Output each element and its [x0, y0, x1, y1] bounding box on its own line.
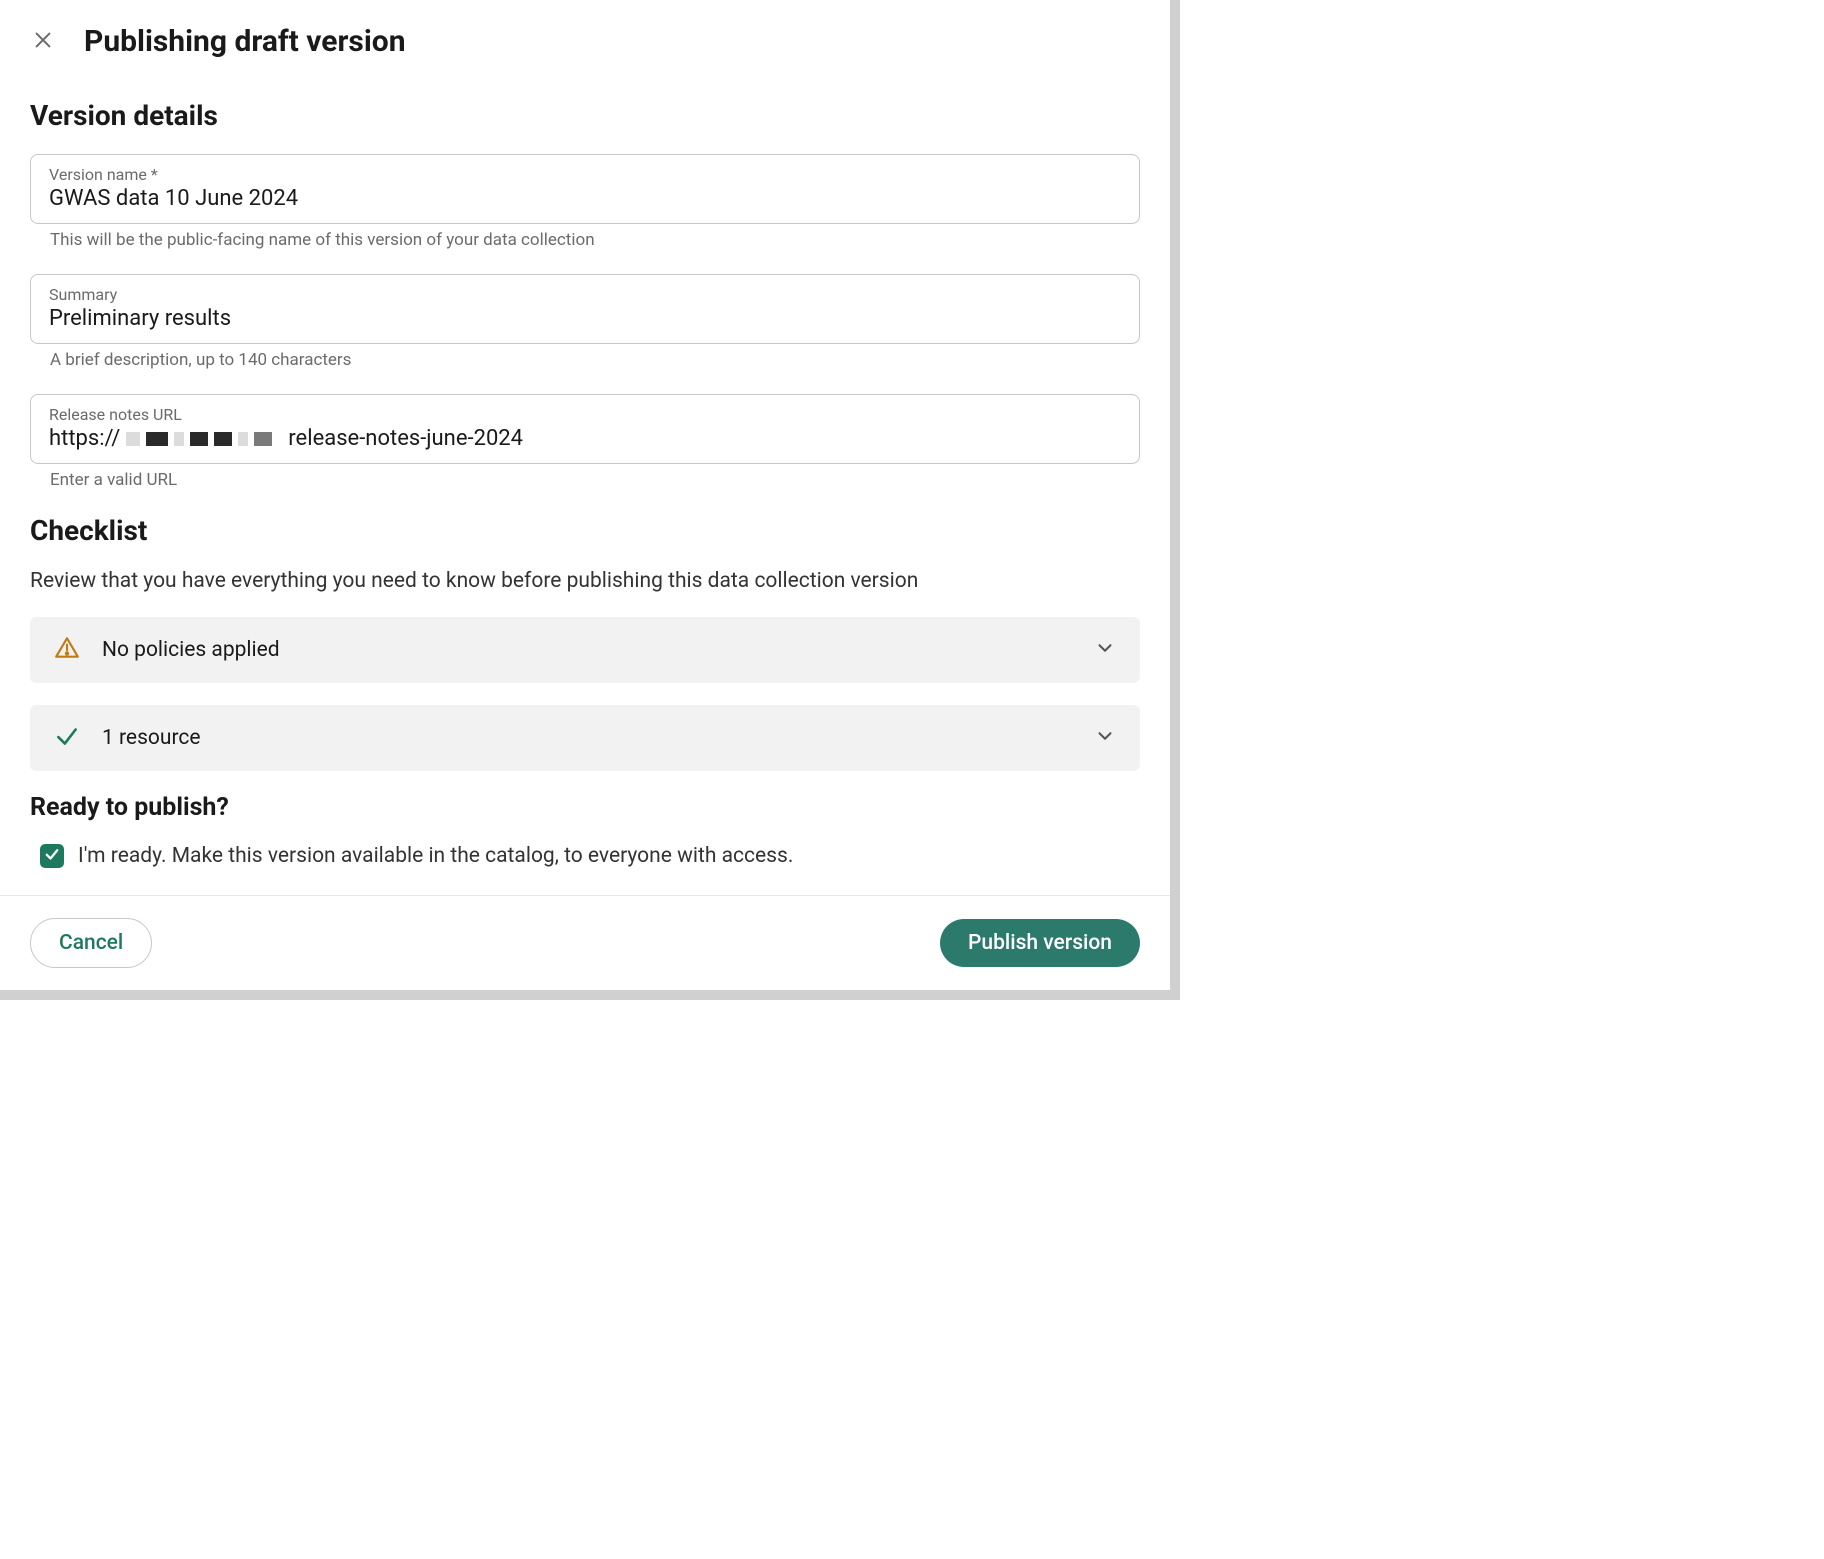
ready-heading: Ready to publish? — [30, 793, 1140, 822]
release-notes-suffix: release-notes-june-2024 — [288, 426, 523, 451]
warning-icon — [54, 635, 80, 665]
checklist-item-label: 1 resource — [102, 726, 201, 750]
checklist-item-label: No policies applied — [102, 638, 280, 662]
release-notes-helper: Enter a valid URL — [50, 470, 1140, 490]
release-notes-prefix: https:// — [49, 426, 120, 451]
close-button[interactable] — [30, 29, 56, 55]
close-icon — [32, 29, 54, 54]
check-icon — [54, 723, 80, 753]
publish-modal: Publishing draft version Version details… — [0, 0, 1180, 1000]
chevron-down-icon — [1094, 637, 1116, 663]
chevron-down-icon — [1094, 725, 1116, 751]
checklist-item-resources[interactable]: 1 resource — [30, 705, 1140, 771]
release-notes-redacted — [126, 432, 272, 446]
ready-checkbox[interactable] — [40, 844, 64, 868]
version-name-field[interactable]: Version name * — [30, 154, 1140, 224]
release-notes-input[interactable]: https:// release-notes-june-2024 — [49, 426, 1121, 451]
version-name-input[interactable] — [49, 186, 1121, 211]
ready-checkbox-row[interactable]: I'm ready. Make this version available i… — [30, 844, 1140, 868]
version-name-label: Version name * — [49, 165, 1121, 184]
release-notes-field[interactable]: Release notes URL https:// release-notes… — [30, 394, 1140, 464]
summary-input[interactable] — [49, 306, 1121, 331]
checklist-heading: Checklist — [30, 514, 1140, 547]
checklist-item-policies[interactable]: No policies applied — [30, 617, 1140, 683]
modal-footer: Cancel Publish version — [0, 895, 1170, 990]
version-name-helper: This will be the public-facing name of t… — [50, 230, 1140, 250]
checklist-description: Review that you have everything you need… — [30, 569, 1140, 593]
cancel-button[interactable]: Cancel — [30, 918, 152, 968]
summary-field[interactable]: Summary — [30, 274, 1140, 344]
version-details-heading: Version details — [30, 99, 1140, 132]
modal-header: Publishing draft version — [0, 0, 1170, 69]
check-icon — [43, 845, 61, 867]
ready-checkbox-label: I'm ready. Make this version available i… — [78, 844, 793, 868]
release-notes-label: Release notes URL — [49, 405, 1121, 424]
modal-body: Version details Version name * This will… — [0, 69, 1170, 895]
summary-helper: A brief description, up to 140 character… — [50, 350, 1140, 370]
summary-label: Summary — [49, 285, 1121, 304]
modal-title: Publishing draft version — [84, 24, 406, 59]
publish-button[interactable]: Publish version — [940, 919, 1140, 967]
